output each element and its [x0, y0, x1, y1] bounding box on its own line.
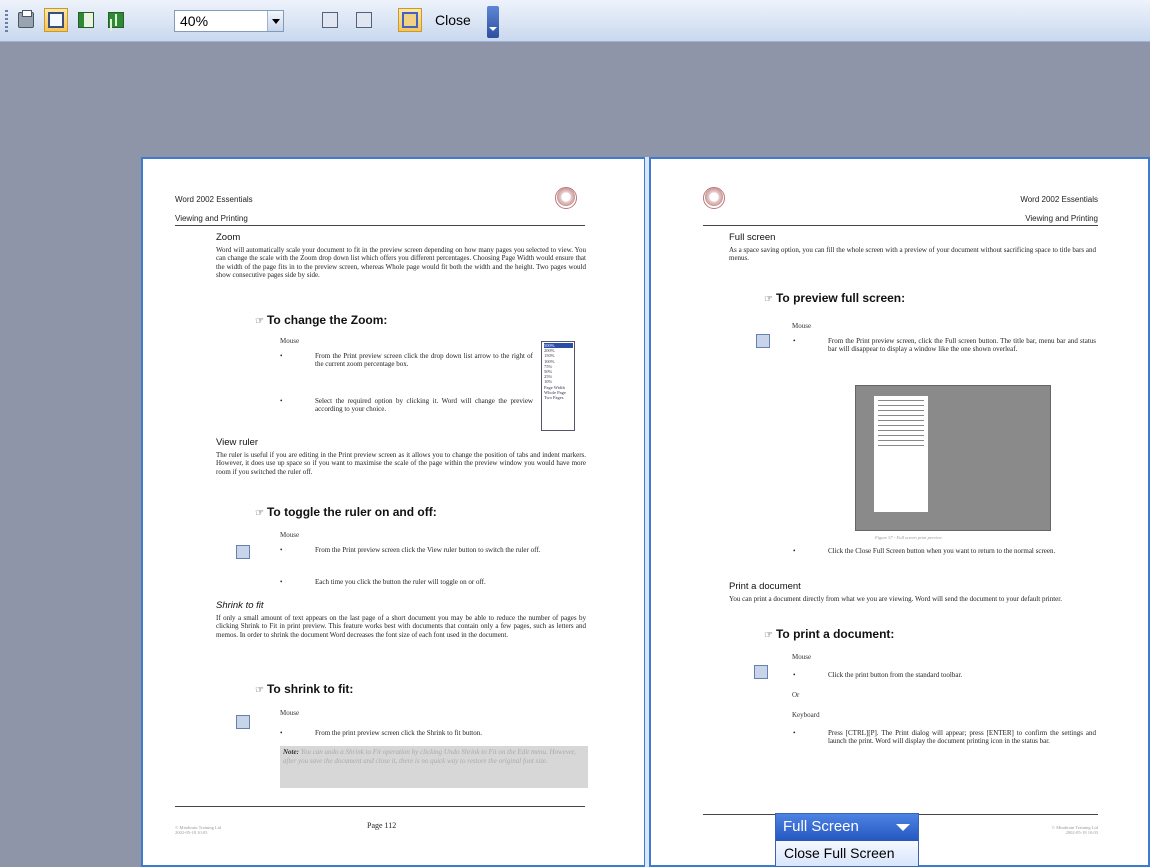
print-step-mouse: Click the print button from the standard… [793, 671, 1096, 680]
shrink-to-fit-button[interactable] [352, 8, 376, 32]
footer-copyright: © Mindtrain Training Ltd 2002-05-18 10:0… [175, 825, 222, 835]
header-rule [703, 225, 1098, 226]
print-icon [18, 10, 34, 28]
shrink-to-fit-icon [356, 12, 372, 28]
full-screen-screenshot [855, 385, 1051, 531]
multiple-pages-button[interactable] [104, 8, 128, 32]
header-rule [175, 225, 585, 226]
one-page-button[interactable] [74, 8, 98, 32]
full-screen-toolbar-title[interactable]: Full Screen [776, 814, 918, 841]
footer-rule [175, 806, 585, 807]
zoom-dropdown-arrow[interactable] [267, 11, 283, 31]
view-ruler-icon [322, 12, 338, 28]
print-preview-toolbar: 40% Close [0, 0, 1150, 42]
full-screen-body: As a space saving option, you can fill t… [729, 246, 1096, 263]
zoom-options-list: 500% 200% 150% 100% 75% 50% 25% 10% Page… [541, 341, 575, 431]
shrink-fit-heading: To shrink to fit: [255, 682, 353, 696]
keyboard-label: Keyboard [792, 711, 820, 719]
right-page: Word 2002 Essentials Viewing and Printin… [649, 157, 1150, 867]
change-zoom-step-2: Select the required option by clicking i… [280, 397, 533, 414]
multiple-pages-icon [108, 12, 124, 28]
mouse-label: Mouse [280, 709, 300, 717]
page-header-subtitle: Viewing and Printing [1025, 214, 1098, 223]
screenshot-page [874, 396, 928, 512]
full-screen-icon [756, 334, 770, 348]
print-button[interactable] [14, 8, 38, 32]
toggle-ruler-step-2: Each time you click the button the ruler… [280, 578, 583, 587]
page-header-title: Word 2002 Essentials [1020, 195, 1098, 204]
mouse-label: Mouse [280, 531, 300, 539]
preview-step-2: Click the Close Full Screen button when … [793, 547, 1096, 556]
change-zoom-step-1: From the Print preview screen click the … [280, 352, 533, 369]
full-screen-button[interactable] [398, 8, 422, 32]
print-step-keyboard: Press [CTRL][P]. The Print dialog will a… [793, 729, 1096, 746]
zoom-select[interactable]: 40% [174, 10, 284, 32]
close-full-screen-button[interactable]: Close Full Screen [776, 841, 918, 866]
preview-step-1: From the Print preview screen, click the… [793, 337, 1096, 354]
shrink-to-fit-icon [236, 715, 250, 729]
company-logo [555, 187, 577, 209]
note-label: Note: [283, 748, 299, 756]
mouse-label: Mouse [280, 337, 300, 345]
preview-full-heading: To preview full screen: [764, 291, 905, 305]
print-heading: Print a document [729, 581, 801, 592]
magnifier-button[interactable] [44, 8, 68, 32]
page-number: Page 112 [367, 821, 397, 830]
page-header-title: Word 2002 Essentials [175, 195, 253, 204]
view-ruler-heading: View ruler [216, 437, 259, 448]
zoom-value: 40% [180, 13, 209, 29]
print-doc-heading: To print a document: [764, 627, 894, 641]
footer-copyright: © Mindtrain Training Ltd 2002-05-18 10:0… [1051, 825, 1098, 835]
zoom-body: Word will automatically scale your docum… [216, 246, 586, 279]
view-ruler-button[interactable] [318, 8, 342, 32]
view-ruler-icon [236, 545, 250, 559]
one-page-icon [78, 12, 94, 28]
page-header-subtitle: Viewing and Printing [175, 214, 248, 223]
note-text: You can undo a Shrink to Fit operation b… [283, 748, 576, 765]
print-icon [754, 665, 768, 679]
shrink-step-1: From the print preview screen click the … [280, 729, 583, 738]
shrink-heading: Shrink to fit [216, 600, 264, 611]
view-ruler-body: The ruler is useful if you are editing i… [216, 451, 586, 476]
or-label: Or [792, 691, 800, 699]
mouse-label: Mouse [792, 653, 812, 661]
toolbar-grip[interactable] [5, 10, 8, 32]
zoom-option: Two Pages [544, 395, 564, 401]
print-body: You can print a document directly from w… [729, 595, 1062, 603]
full-screen-toolbar: Full Screen Close Full Screen [775, 813, 919, 867]
magnifier-icon [48, 12, 64, 28]
toggle-ruler-heading: To toggle the ruler on and off: [255, 505, 437, 519]
toggle-ruler-step-1: From the Print preview screen click the … [280, 546, 583, 555]
company-logo [703, 187, 725, 209]
note-box: Note: You can undo a Shrink to Fit opera… [280, 746, 588, 788]
mouse-label: Mouse [792, 322, 812, 330]
left-page: Word 2002 Essentials Viewing and Printin… [141, 157, 646, 867]
toolbar-options-button[interactable] [487, 6, 499, 38]
close-preview-button[interactable]: Close [433, 10, 473, 32]
figure-caption: Figure 57 - Full screen print preview [875, 535, 942, 540]
full-screen-icon [402, 12, 418, 28]
shrink-body: If only a small amount of text appears o… [216, 614, 586, 639]
change-zoom-heading: To change the Zoom: [255, 313, 387, 327]
zoom-heading: Zoom [216, 232, 241, 243]
full-screen-heading: Full screen [729, 232, 776, 243]
